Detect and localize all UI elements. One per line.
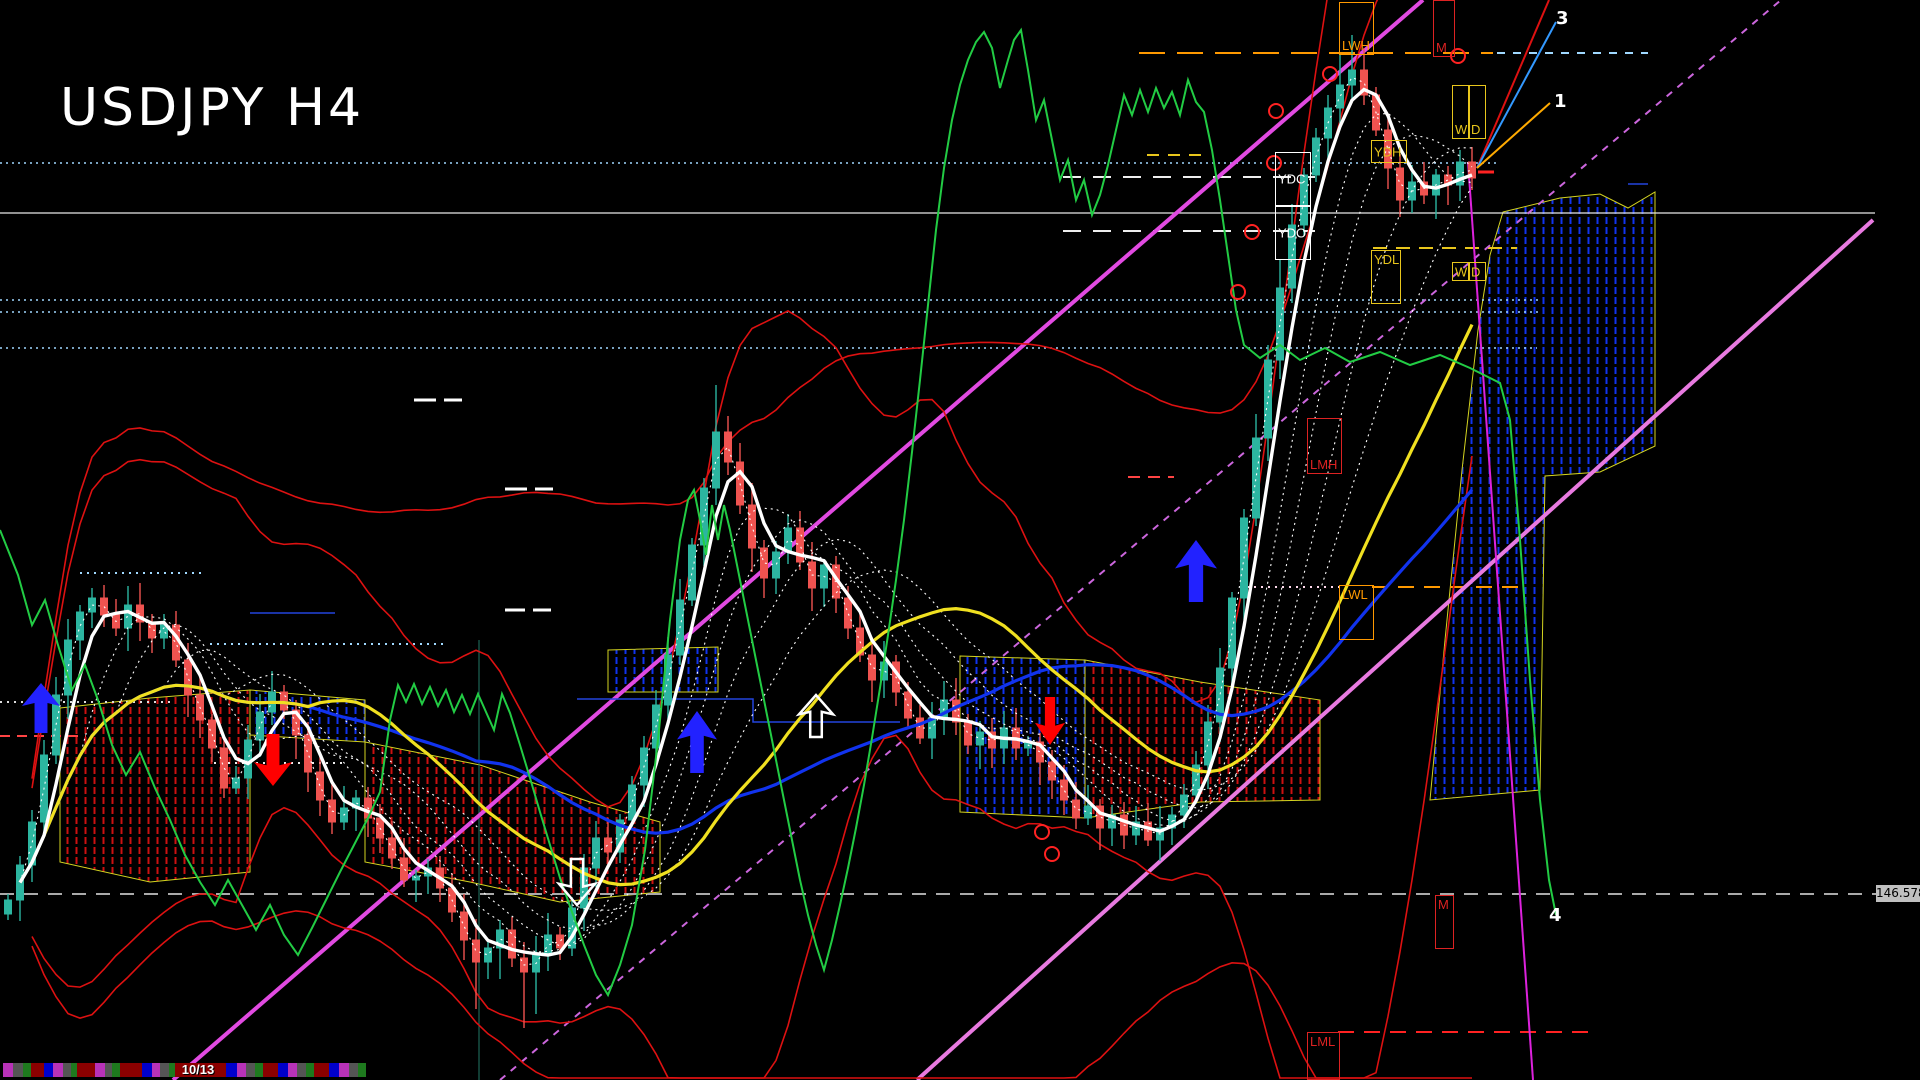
session-block <box>3 1063 13 1077</box>
session-block <box>297 1063 306 1077</box>
level-box-lml: LML <box>1307 1032 1340 1080</box>
level-box-label: LWH <box>1342 38 1370 53</box>
level-box-ydl: YDL <box>1371 250 1401 304</box>
session-block <box>112 1063 120 1077</box>
session-block <box>306 1063 314 1077</box>
session-block <box>358 1063 366 1077</box>
level-box-label: YDC <box>1278 172 1305 187</box>
level-box-lmh: LMH <box>1307 418 1342 474</box>
session-block <box>95 1063 105 1077</box>
level-box-m: M <box>1435 895 1454 949</box>
chart-title: USDJPY H4 <box>60 78 364 138</box>
session-block <box>237 1063 246 1077</box>
level-box-label: M <box>1438 897 1449 912</box>
ichimoku-clouds <box>60 192 1655 902</box>
session-block <box>77 1063 95 1077</box>
session-block <box>23 1063 31 1077</box>
level-box-label: W <box>1455 264 1467 279</box>
wave-number-1: 1 <box>1554 91 1567 112</box>
session-block <box>53 1063 63 1077</box>
session-block <box>288 1063 297 1077</box>
session-date-label: 10/13 <box>178 1062 218 1077</box>
session-block <box>63 1063 71 1077</box>
session-block <box>160 1063 169 1077</box>
level-box-label: W <box>1455 122 1467 137</box>
level-box-d: D <box>1468 85 1486 139</box>
level-box-label: LMH <box>1310 457 1337 472</box>
session-block <box>278 1063 288 1077</box>
chart-window: USDJPY H4 146.578 10/13 LWHMWDYDHYDCYDOY… <box>0 0 1920 1080</box>
price-chart-canvas[interactable] <box>0 0 1920 1080</box>
level-box-lwl: LWL <box>1339 585 1374 640</box>
level-box-ydc: YDC <box>1275 152 1311 206</box>
session-block <box>105 1063 112 1077</box>
session-block <box>31 1063 44 1077</box>
session-block <box>263 1063 278 1077</box>
level-box-label: YDO <box>1278 226 1306 241</box>
level-box-d: D <box>1468 262 1486 281</box>
level-box-label: LML <box>1310 1034 1335 1049</box>
level-box-m: M <box>1433 0 1455 57</box>
session-block <box>44 1063 53 1077</box>
level-box-ydh: YDH <box>1371 140 1407 163</box>
level-box-label: YDL <box>1374 252 1399 267</box>
candles <box>5 35 1476 1028</box>
buy-arrow-icon <box>1175 540 1217 602</box>
level-box-label: D <box>1471 264 1480 279</box>
session-block <box>142 1063 152 1077</box>
level-box-label: M <box>1436 40 1447 55</box>
wave-number-4: 4 <box>1549 905 1562 926</box>
level-box-label: LWL <box>1342 587 1368 602</box>
wave-number-3: 3 <box>1556 8 1569 29</box>
session-block <box>13 1063 23 1077</box>
price-tag: 146.578 <box>1876 885 1920 902</box>
session-block <box>349 1063 358 1077</box>
level-box-label: D <box>1471 122 1480 137</box>
level-box-ydo: YDO <box>1275 206 1311 260</box>
level-box-label: YDH <box>1374 144 1401 159</box>
session-block <box>246 1063 255 1077</box>
session-block <box>329 1063 339 1077</box>
session-block <box>314 1063 329 1077</box>
session-block <box>152 1063 160 1077</box>
level-box-lwh: LWH <box>1339 2 1374 55</box>
session-block <box>120 1063 142 1077</box>
session-block <box>226 1063 237 1077</box>
session-block <box>339 1063 349 1077</box>
session-block <box>255 1063 263 1077</box>
